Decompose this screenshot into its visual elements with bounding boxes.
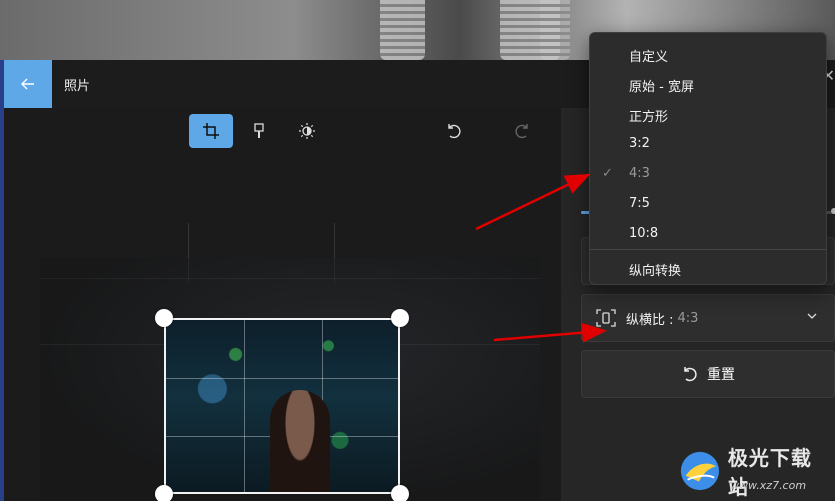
aspect-ratio-label: 纵横比 : (626, 312, 674, 328)
aspect-ratio-menu: 自定义 原始 - 宽屏 正方形 3:2 ✓ 4:3 7:5 10:8 纵向转换 (589, 32, 827, 285)
undo-button[interactable] (432, 114, 476, 148)
brightness-icon (299, 123, 315, 139)
adjust-tool-button[interactable] (285, 114, 329, 148)
app-title: 照片 (64, 79, 91, 94)
menu-item-square[interactable]: 正方形 (590, 99, 826, 129)
crop-grid-line (166, 378, 398, 379)
wallpaper-tower (380, 0, 425, 60)
photo-area (40, 258, 540, 501)
menu-item-original[interactable]: 原始 - 宽屏 (590, 69, 826, 99)
reset-icon (684, 367, 697, 382)
back-button[interactable] (4, 60, 52, 108)
arrow-left-icon (21, 78, 34, 90)
menu-item-3-2[interactable]: 3:2 (590, 129, 826, 159)
crop-grid-line (244, 320, 245, 492)
crop-handle-top-right[interactable] (391, 309, 409, 327)
undo-icon (448, 124, 461, 139)
menu-item-4-3[interactable]: ✓ 4:3 (590, 159, 826, 189)
redo-icon (515, 124, 528, 139)
menu-item-7-5[interactable]: 7:5 (590, 189, 826, 219)
menu-divider (590, 249, 826, 250)
brush-icon (254, 123, 264, 138)
watermark-logo-icon (680, 451, 720, 491)
redo-button[interactable] (500, 114, 544, 148)
chevron-down-icon (807, 313, 817, 319)
editor-canvas (4, 108, 561, 501)
menu-item-custom[interactable]: 自定义 (590, 39, 826, 69)
menu-item-10-8[interactable]: 10:8 (590, 219, 826, 249)
crop-handle-bottom-left[interactable] (155, 485, 173, 501)
slider-thumb[interactable] (831, 208, 835, 214)
markup-tool-button[interactable] (237, 114, 281, 148)
aspect-ratio-dropdown[interactable]: 纵横比 : 4:3 (581, 294, 835, 342)
reset-label: 重置 (707, 367, 735, 383)
checkmark-icon: ✓ (602, 166, 613, 181)
aspect-ratio-value: 4:3 (677, 310, 699, 326)
photo-subject (270, 390, 330, 492)
crop-handle-bottom-right[interactable] (391, 485, 409, 501)
crop-handle-top-left[interactable] (155, 309, 173, 327)
wallpaper-tower (540, 0, 570, 60)
watermark: 极光下载站 www.xz7.com (678, 445, 828, 499)
crop-icon (203, 123, 219, 139)
crop-tool-button[interactable] (189, 114, 233, 148)
crop-frame[interactable] (164, 318, 400, 494)
watermark-url: www.xz7.com (730, 479, 807, 492)
reset-button[interactable]: 重置 (581, 350, 835, 398)
aspect-ratio-icon (596, 309, 616, 327)
menu-item-orientation-toggle[interactable]: 纵向转换 (590, 253, 826, 283)
